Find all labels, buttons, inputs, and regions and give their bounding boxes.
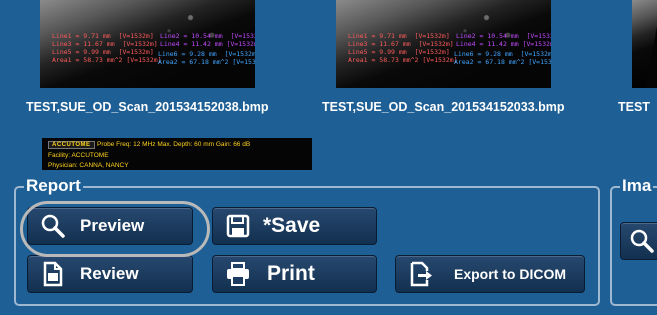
print-label: Print xyxy=(267,262,315,285)
review-button[interactable]: Review xyxy=(27,255,193,293)
measurement-text: Line1 = 9.71 mm [V=1532m] Line3 = 11.67 … xyxy=(52,32,162,64)
report-group-title: Report xyxy=(24,176,83,196)
thumbnail-strip: Line1 = 9.71 mm [V=1532m] Line3 = 11.67 … xyxy=(0,0,657,132)
measurement-text: Line2 = 10.54 mm [V=1532m] Line4 = 11.42… xyxy=(456,32,551,48)
document-icon xyxy=(43,261,63,287)
printer-icon xyxy=(227,262,249,286)
thumbnail-caption[interactable]: TEST,SUE_OD_Scan_201534152038.bmp xyxy=(26,100,269,114)
print-button[interactable]: Print xyxy=(212,255,377,293)
save-label: *Save xyxy=(263,214,321,237)
measurement-text: Line6 = 9.28 mm [V=1532m] Area2 = 67.18 … xyxy=(158,50,255,66)
image-group-button[interactable] xyxy=(620,222,657,260)
accutome-logo: ACCUTOME xyxy=(48,141,95,149)
review-label: Review xyxy=(80,264,139,283)
physician-text: Physician: CANNA, NANCY xyxy=(48,162,129,169)
scan-thumbnail-2[interactable]: Line1 = 9.71 mm [V=1532m] Line3 = 11.67 … xyxy=(336,0,551,88)
floppy-disk-icon xyxy=(226,214,250,238)
measurement-text: Line6 = 9.28 mm [V=1532m] Area2 = 67.18 … xyxy=(454,50,551,66)
facility-text: Facility: ACCUTOME xyxy=(48,152,109,159)
measurement-text: Line1 = 9.71 mm [V=1532m] Line3 = 11.67 … xyxy=(348,32,458,64)
scan-thumbnail-3[interactable] xyxy=(632,0,657,88)
export-label: Export to DICOM xyxy=(454,266,566,282)
preview-button[interactable]: Preview xyxy=(27,207,193,245)
thumbnail-caption[interactable]: TEST xyxy=(618,100,650,114)
magnifier-icon xyxy=(630,229,654,253)
scan-info-thumbnail[interactable]: ACCUTOME Probe Freq: 12 MHz Max. Depth: … xyxy=(42,138,312,170)
preview-label: Preview xyxy=(80,216,145,235)
image-group-title: Ima xyxy=(620,176,654,196)
save-button[interactable]: *Save xyxy=(212,207,377,245)
magnifier-icon xyxy=(41,214,65,238)
thumbnail-caption[interactable]: TEST,SUE_OD_Scan_201534152033.bmp xyxy=(322,100,565,114)
export-to-dicom-button[interactable]: Export to DICOM xyxy=(395,255,585,293)
export-icon xyxy=(410,261,432,287)
measurement-text: Line2 = 10.54 mm [V=1532m] Line4 = 11.42… xyxy=(160,32,255,48)
scan-thumbnail-1[interactable]: Line1 = 9.71 mm [V=1532m] Line3 = 11.67 … xyxy=(40,0,255,88)
probe-info-text: Probe Freq: 12 MHz Max. Depth: 60 mm Gai… xyxy=(97,141,251,148)
